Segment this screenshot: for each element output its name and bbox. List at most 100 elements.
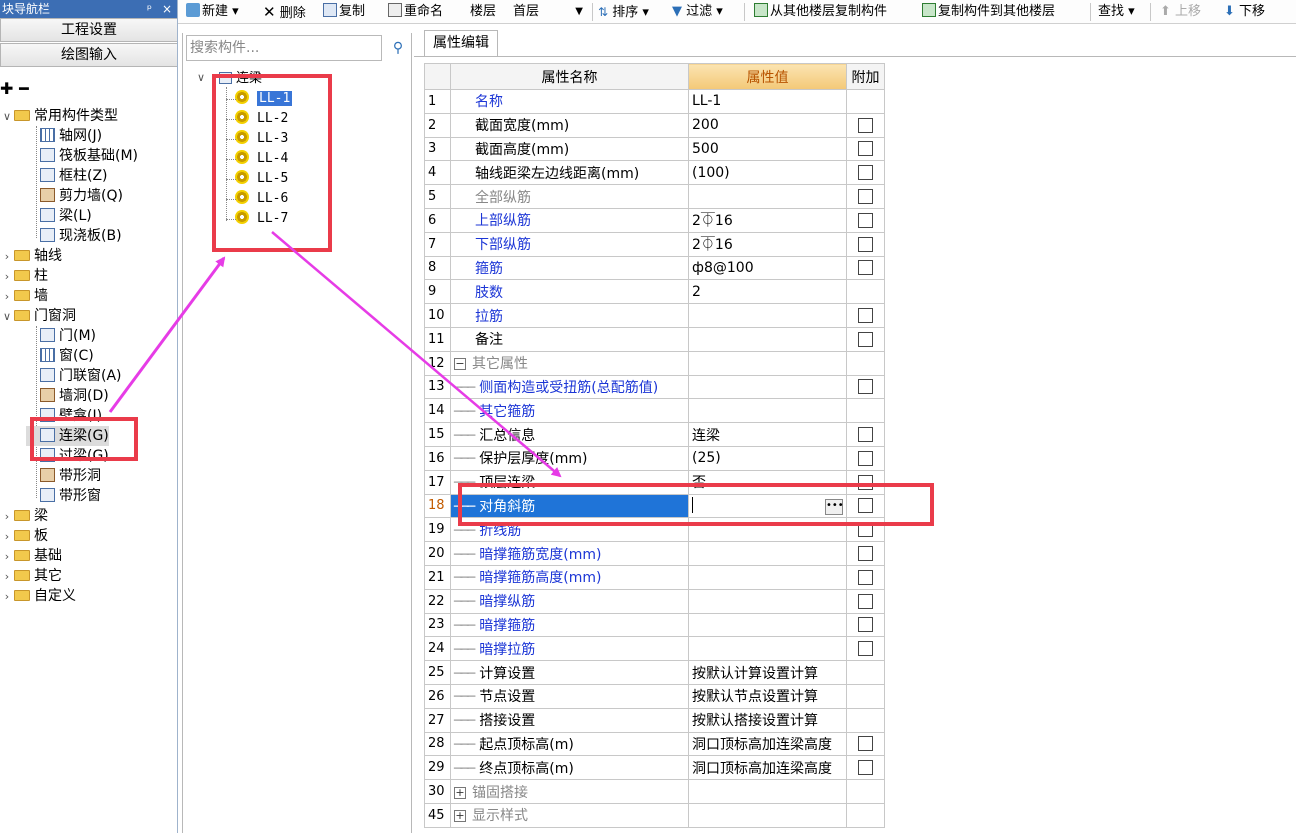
nav-item-common-types[interactable]: ∨ 常用构件类型 xyxy=(0,106,118,126)
property-name-cell[interactable]: ─── 搭接设置 xyxy=(450,707,689,733)
property-value-cell[interactable]: 2 xyxy=(688,279,847,305)
property-row[interactable]: 18 ─── 对角斜筋 ••• xyxy=(424,493,885,519)
property-value-cell[interactable]: ф8@100 xyxy=(688,255,847,281)
property-value-cell[interactable] xyxy=(688,326,847,352)
property-row[interactable]: 25 ─── 计算设置 按默认计算设置计算 xyxy=(424,660,885,685)
property-name-cell[interactable]: + 显示样式 xyxy=(450,802,689,828)
property-name-cell[interactable]: − 其它属性 xyxy=(450,350,689,376)
nav-item-shear-wall[interactable]: 剪力墙(Q) xyxy=(26,186,123,206)
property-value-cell[interactable]: 2⏁16 xyxy=(688,231,847,257)
property-value-cell[interactable] xyxy=(688,779,847,804)
component-item[interactable]: LL-2 xyxy=(226,109,288,129)
property-value-cell[interactable]: (100) xyxy=(688,160,847,186)
property-value-cell[interactable] xyxy=(688,588,847,614)
collapse-icon[interactable]: ∨ xyxy=(0,107,14,127)
extra-checkbox[interactable] xyxy=(858,212,873,228)
extra-checkbox[interactable] xyxy=(858,331,873,347)
property-value-cell[interactable]: (25) xyxy=(688,445,847,471)
nav-item-axis-line[interactable]: › 轴线 xyxy=(0,246,62,266)
property-value-cell[interactable] xyxy=(688,612,847,638)
property-value-cell[interactable]: 500 xyxy=(688,136,847,162)
expand-icon[interactable]: › xyxy=(0,547,14,567)
extra-checkbox[interactable] xyxy=(858,474,873,490)
extra-checkbox[interactable] xyxy=(858,522,873,538)
expand-icon[interactable]: + xyxy=(454,810,466,823)
project-settings-button[interactable]: 工程设置 xyxy=(0,18,177,42)
property-row[interactable]: 19 ─── 折线筋 xyxy=(424,517,885,543)
sort-button[interactable]: ⇅ 排序 ▾ xyxy=(598,0,649,24)
nav-item-beam-group[interactable]: › 梁 xyxy=(0,506,48,526)
nav-item-frame-column[interactable]: 框柱(Z) xyxy=(26,166,108,186)
property-row[interactable]: 17 ─── 顶层连梁否 xyxy=(424,469,885,495)
extra-checkbox[interactable] xyxy=(858,189,873,205)
property-row[interactable]: 24 ─── 暗撑拉筋 xyxy=(424,636,885,662)
component-item[interactable]: LL-7 xyxy=(226,209,288,229)
property-name-cell[interactable]: 截面高度(mm) xyxy=(450,136,689,162)
property-row[interactable]: 14 ─── 其它箍筋 xyxy=(424,398,885,424)
move-up-button[interactable]: ⬆ 上移 xyxy=(1160,0,1201,24)
extra-checkbox[interactable] xyxy=(858,236,873,252)
expand-collapse-tools[interactable]: ✚ ━ xyxy=(0,78,29,100)
property-value-cell[interactable]: 连梁 xyxy=(688,422,847,447)
property-row[interactable]: 22 ─── 暗撑纵筋 xyxy=(424,588,885,614)
nav-item-door-window-hole[interactable]: ∨ 门窗洞 xyxy=(0,306,76,326)
nav-item-other[interactable]: › 其它 xyxy=(0,566,62,586)
property-name-cell[interactable]: ─── 顶层连梁 xyxy=(450,469,689,495)
property-row[interactable]: 27 ─── 搭接设置 按默认搭接设置计算 xyxy=(424,707,885,733)
extra-checkbox[interactable] xyxy=(858,546,873,562)
move-down-button[interactable]: ⬇ 下移 xyxy=(1224,0,1265,24)
property-row[interactable]: 15 ─── 汇总信息 连梁 xyxy=(424,422,885,447)
new-button[interactable]: 新建 ▾ xyxy=(186,0,239,24)
property-name-cell[interactable]: 下部纵筋 xyxy=(450,231,689,257)
property-row[interactable]: 12− 其它属性 xyxy=(424,350,885,376)
nav-item-lintel[interactable]: 过梁(G) xyxy=(26,446,109,466)
property-row[interactable]: 23 ─── 暗撑箍筋 xyxy=(424,612,885,638)
nav-item-cast-slab[interactable]: 现浇板(B) xyxy=(26,226,122,246)
nav-item-slab[interactable]: › 板 xyxy=(0,526,48,546)
property-value-cell[interactable]: 200 xyxy=(688,112,847,138)
component-item[interactable]: LL-6 xyxy=(226,189,288,209)
property-name-cell[interactable]: ─── 其它箍筋 xyxy=(450,398,689,424)
property-row[interactable]: 45 + 显示样式 xyxy=(424,802,885,828)
expand-icon[interactable]: › xyxy=(0,267,14,287)
property-name-cell[interactable]: + 锚固搭接 xyxy=(450,779,689,804)
property-row[interactable]: 4 轴线距梁左边线距离(mm) (100) xyxy=(424,160,885,186)
extra-checkbox[interactable] xyxy=(858,736,873,752)
property-value-cell[interactable]: 按默认节点设置计算 xyxy=(688,683,847,709)
property-row[interactable]: 16 ─── 保护层厚度(mm) (25) xyxy=(424,445,885,471)
expand-icon[interactable]: › xyxy=(0,567,14,587)
property-row[interactable]: 20 ─── 暗撑箍筋宽度(mm) xyxy=(424,541,885,566)
extra-checkbox[interactable] xyxy=(858,308,873,324)
nav-item-coupling-beam[interactable]: 连梁(G) xyxy=(26,426,109,446)
delete-button[interactable]: ✕ 删除 xyxy=(263,0,306,24)
property-name-cell[interactable]: ─── 侧面构造或受扭筋(总配筋值) xyxy=(450,374,689,400)
extra-checkbox[interactable] xyxy=(858,593,873,609)
nav-item-strip-window[interactable]: 带形窗 xyxy=(26,486,101,506)
nav-item-strip-hole[interactable]: 带形洞 xyxy=(26,466,101,486)
component-item[interactable]: LL-5 xyxy=(226,169,288,189)
property-row[interactable]: 2 截面宽度(mm) 200 xyxy=(424,112,885,138)
component-item[interactable]: LL-1 xyxy=(226,89,293,109)
pin-icon[interactable]: ᵖ xyxy=(147,0,152,18)
find-button[interactable]: 查找 ▾ xyxy=(1098,0,1135,24)
property-value-cell[interactable]: 2⏁16 xyxy=(688,207,847,233)
expand-icon[interactable]: › xyxy=(0,527,14,547)
property-row[interactable]: 3 截面高度(mm) 500 xyxy=(424,136,885,162)
property-name-cell[interactable]: ─── 折线筋 xyxy=(450,517,689,543)
property-row[interactable]: 26 ─── 节点设置 按默认节点设置计算 xyxy=(424,683,885,709)
nav-item-door[interactable]: 门(M) xyxy=(26,326,96,346)
property-value-cell[interactable] xyxy=(688,517,847,543)
property-value-cell[interactable] xyxy=(688,541,847,566)
property-name-cell[interactable]: ─── 保护层厚度(mm) xyxy=(450,445,689,471)
nav-item-wall[interactable]: › 墙 xyxy=(0,286,48,306)
nav-item-wall-hole[interactable]: 墙洞(D) xyxy=(26,386,109,406)
extra-checkbox[interactable] xyxy=(858,617,873,633)
property-name-cell[interactable]: 截面宽度(mm) xyxy=(450,112,689,138)
tab-property-edit[interactable]: 属性编辑 xyxy=(424,30,498,56)
property-row[interactable]: 21 ─── 暗撑箍筋高度(mm) xyxy=(424,564,885,590)
property-value-cell[interactable] xyxy=(688,636,847,662)
property-value-cell[interactable] xyxy=(688,374,847,400)
property-row[interactable]: 10 拉筋 xyxy=(424,303,885,328)
property-value-cell[interactable] xyxy=(688,398,847,424)
property-value-cell[interactable]: ••• xyxy=(688,493,847,519)
